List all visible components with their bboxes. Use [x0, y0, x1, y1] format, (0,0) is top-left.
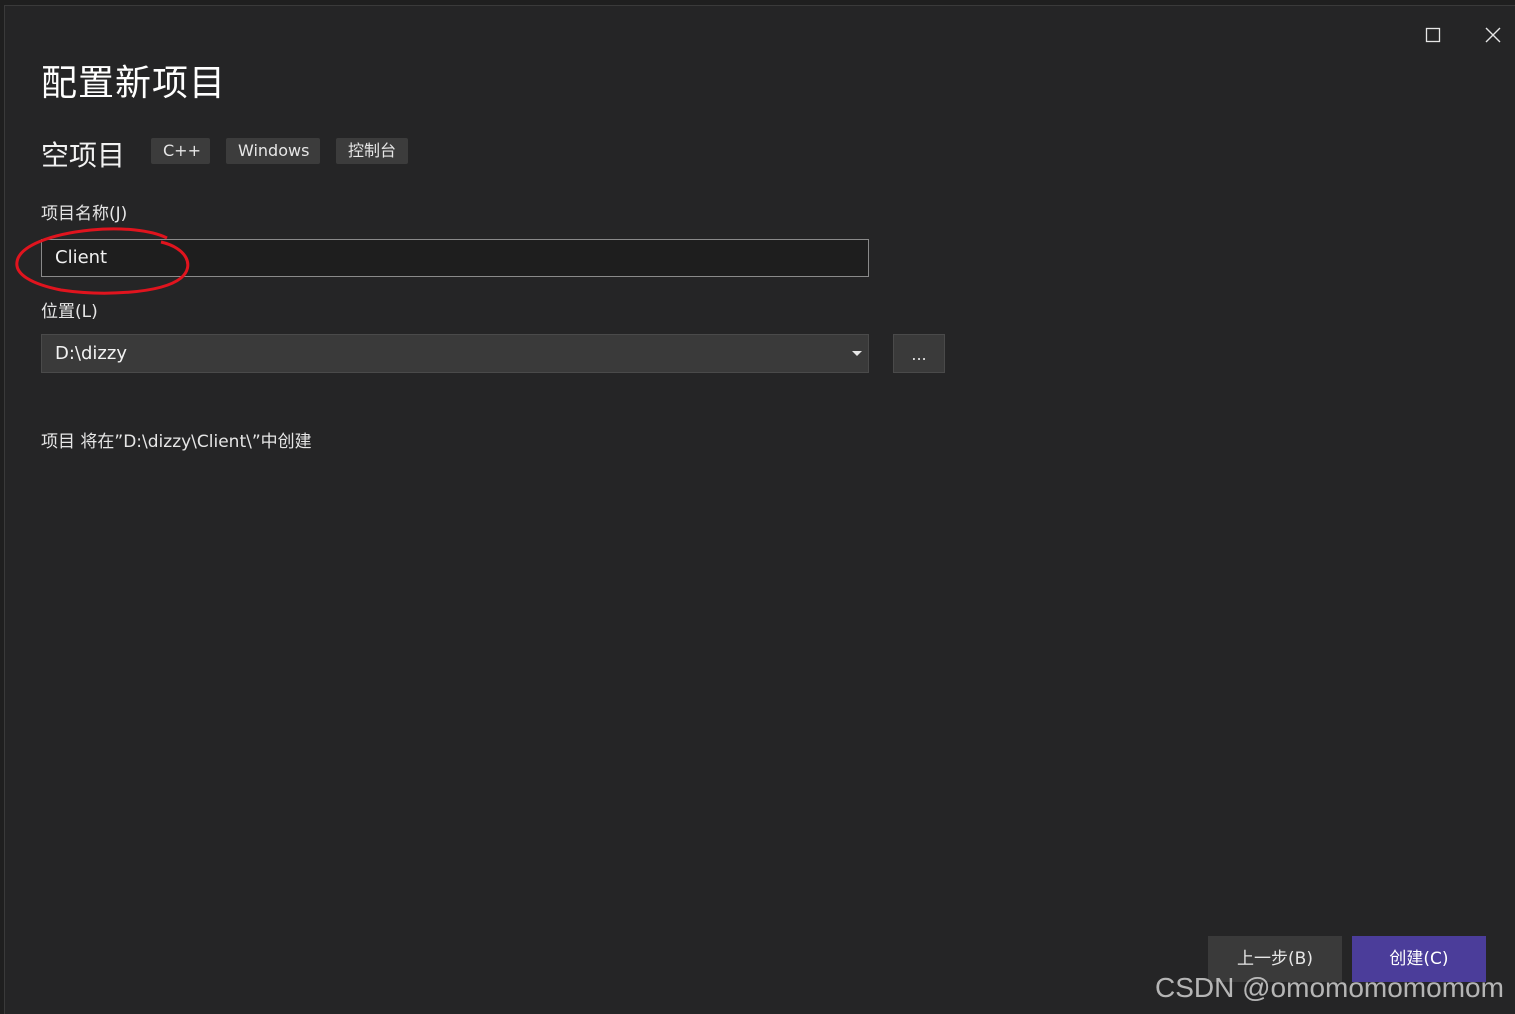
location-label: 位置(L) [41, 302, 98, 322]
template-name: 空项目 [41, 139, 126, 172]
browse-button[interactable]: ... [893, 334, 945, 373]
location-select[interactable]: D:\dizzy [41, 334, 869, 373]
location-value: D:\dizzy [55, 343, 127, 364]
maximize-button[interactable] [1418, 20, 1448, 50]
create-location-info: 项目 将在”D:\dizzy\Client\”中创建 [41, 432, 312, 452]
close-button[interactable] [1478, 20, 1508, 50]
project-name-label: 项目名称(J) [41, 204, 128, 224]
project-name-value: Client [55, 247, 108, 268]
maximize-icon [1425, 27, 1441, 43]
chevron-down-icon [852, 351, 862, 356]
tag-windows: Windows [226, 138, 320, 164]
page-title: 配置新项目 [41, 63, 227, 104]
tag-cpp: C++ [151, 138, 210, 164]
project-name-input[interactable]: Client [41, 239, 869, 277]
dialog-window: 配置新项目 空项目 C++ Windows 控制台 项目名称(J) Client… [4, 5, 1515, 1014]
close-icon [1485, 27, 1501, 43]
tag-console: 控制台 [336, 138, 408, 164]
watermark: CSDN @omomomomomom [1155, 972, 1504, 1003]
